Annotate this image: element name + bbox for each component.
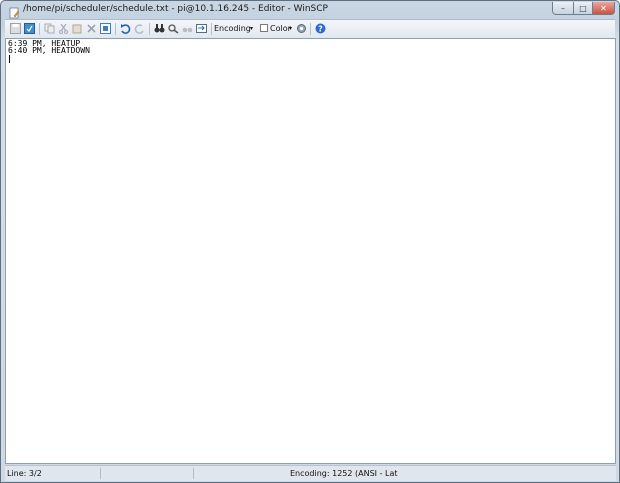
replace-icon[interactable] bbox=[167, 22, 180, 35]
minimize-icon: – bbox=[561, 3, 565, 13]
copy-icon[interactable] bbox=[43, 22, 56, 35]
delete-icon[interactable] bbox=[85, 22, 98, 35]
status-bar: Line: 3/2 Encoding: 1252 (ANSI - Lat bbox=[5, 465, 616, 481]
toolbar-separator bbox=[211, 23, 212, 35]
editor-window: /home/pi/scheduler/schedule.txt - pi@10.… bbox=[0, 0, 620, 483]
dropdown-arrow-icon[interactable]: ▾ bbox=[250, 25, 253, 32]
toolbar-separator bbox=[39, 23, 40, 35]
select-all-icon[interactable] bbox=[99, 22, 112, 35]
line-indicator: Line: 3/2 bbox=[7, 469, 42, 478]
svg-text:?: ? bbox=[318, 24, 323, 33]
cut-icon[interactable] bbox=[57, 22, 70, 35]
maximize-button[interactable]: □ bbox=[573, 2, 593, 15]
dropdown-arrow-icon[interactable]: ▾ bbox=[289, 25, 292, 32]
undo-icon[interactable] bbox=[119, 22, 132, 35]
minimize-button[interactable]: – bbox=[552, 2, 574, 15]
encoding-indicator: Encoding: 1252 (ANSI - Lat bbox=[290, 469, 398, 478]
toolbar-separator bbox=[149, 23, 150, 35]
status-separator bbox=[100, 468, 101, 479]
text-caret bbox=[9, 55, 10, 63]
goto-line-icon[interactable] bbox=[195, 22, 208, 35]
text-editor-area[interactable]: 6:39 PM, HEATUP 6:40 PM, HEATDOWN bbox=[5, 38, 616, 464]
paste-icon[interactable] bbox=[71, 22, 84, 35]
title-bar[interactable]: /home/pi/scheduler/schedule.txt - pi@10.… bbox=[1, 1, 619, 19]
find-icon[interactable] bbox=[153, 22, 166, 35]
editor-line: 6:40 PM, HEATDOWN bbox=[8, 46, 90, 55]
maximize-icon: □ bbox=[579, 3, 587, 13]
encoding-menu[interactable]: Encoding bbox=[214, 24, 251, 33]
toolbar-separator bbox=[310, 23, 311, 35]
window-title: /home/pi/scheduler/schedule.txt - pi@10.… bbox=[23, 4, 328, 14]
toolbar-separator bbox=[115, 23, 116, 35]
reload-icon[interactable] bbox=[23, 22, 36, 35]
document-app-icon bbox=[8, 4, 20, 19]
close-icon: ✕ bbox=[600, 3, 607, 13]
close-button[interactable]: ✕ bbox=[592, 2, 615, 15]
save-icon[interactable] bbox=[9, 22, 22, 35]
status-separator bbox=[193, 468, 194, 479]
color-menu[interactable]: Color bbox=[270, 24, 291, 33]
find-next-icon[interactable] bbox=[181, 22, 194, 35]
redo-icon[interactable] bbox=[133, 22, 146, 35]
color-checkbox[interactable] bbox=[260, 24, 268, 32]
help-icon[interactable]: ? bbox=[314, 22, 327, 35]
editor-toolbar: Encoding ▾ Color ▾ ? bbox=[5, 19, 615, 38]
settings-icon[interactable] bbox=[295, 22, 308, 35]
